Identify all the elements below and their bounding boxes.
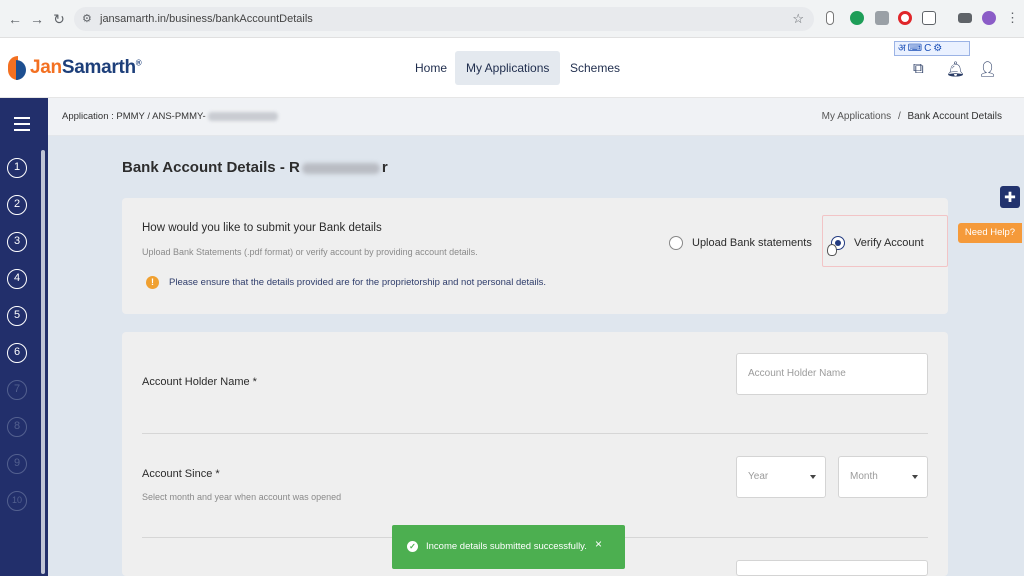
address-bar[interactable]: ⚙ jansamarth.in/business/bankAccountDeta… bbox=[74, 7, 814, 31]
step-sidebar: 1 2 3 4 5 6 7 8 9 10 bbox=[0, 98, 48, 576]
nav-schemes[interactable]: Schemes bbox=[559, 51, 631, 85]
next-field-input[interactable] bbox=[736, 560, 928, 576]
reload-icon[interactable]: ↻ bbox=[50, 10, 68, 28]
hamburger-menu-icon[interactable] bbox=[14, 117, 30, 135]
logo-trademark: ® bbox=[135, 58, 142, 68]
site-settings-icon[interactable]: ⚙ bbox=[82, 7, 92, 31]
media-icon[interactable] bbox=[958, 13, 972, 23]
extensions-puzzle-icon[interactable] bbox=[922, 11, 936, 25]
method-subtext: Upload Bank Statements (.pdf format) or … bbox=[142, 247, 478, 257]
bookmark-star-icon[interactable]: ☆ bbox=[792, 7, 804, 31]
step-3[interactable]: 3 bbox=[7, 232, 27, 252]
month-select[interactable]: Month bbox=[838, 456, 928, 498]
breadcrumb-my-applications[interactable]: My Applications bbox=[822, 111, 891, 122]
redacted-name bbox=[301, 162, 380, 174]
account-holder-label: Account Holder Name * bbox=[142, 376, 257, 388]
mouse-cursor bbox=[827, 244, 837, 256]
step-9: 9 bbox=[7, 454, 27, 474]
upload-radio-label: Upload Bank statements bbox=[692, 237, 812, 249]
need-help-button[interactable]: Need Help? bbox=[958, 223, 1022, 243]
year-select[interactable]: Year bbox=[736, 456, 826, 498]
form-divider bbox=[142, 433, 928, 434]
step-8: 8 bbox=[7, 417, 27, 437]
bell-icon[interactable]: 🔔︎ bbox=[946, 60, 965, 78]
extension-grey-icon[interactable] bbox=[875, 11, 889, 25]
language-input-widget[interactable]: अ⌨C⚙ bbox=[894, 41, 970, 56]
app-header: JanSamarth® Home My Applications Schemes… bbox=[0, 38, 1024, 98]
translate-icon[interactable]: ⧉ bbox=[913, 60, 924, 77]
breadcrumb-current: Bank Account Details bbox=[907, 111, 1003, 122]
step-10: 10 bbox=[7, 491, 27, 511]
step-1[interactable]: 1 bbox=[7, 158, 27, 178]
redacted-id bbox=[207, 111, 278, 121]
step-4[interactable]: 4 bbox=[7, 269, 27, 289]
assistant-plus-icon[interactable]: ✚ bbox=[1000, 186, 1020, 208]
mic-icon[interactable] bbox=[826, 11, 834, 25]
logo-text-samarth: Samarth bbox=[61, 57, 136, 78]
jansamarth-logo[interactable]: JanSamarth® bbox=[8, 55, 142, 81]
method-question: How would you like to submit your Bank d… bbox=[142, 222, 382, 234]
info-icon: ! bbox=[146, 276, 159, 289]
url-text: jansamarth.in/business/bankAccountDetail… bbox=[100, 13, 313, 25]
account-since-hint: Select month and year when account was o… bbox=[142, 492, 342, 502]
opera-icon[interactable] bbox=[898, 11, 912, 25]
step-6[interactable]: 6 bbox=[7, 343, 27, 363]
account-holder-input[interactable]: Account Holder Name bbox=[736, 353, 928, 395]
chevron-down-icon bbox=[912, 475, 918, 479]
upload-radio[interactable] bbox=[669, 236, 683, 250]
chevron-down-icon bbox=[810, 475, 816, 479]
logo-mark-icon bbox=[8, 56, 26, 80]
breadcrumb: My Applications / Bank Account Details bbox=[822, 111, 1002, 122]
proprietorship-notice: ! Please ensure that the details provide… bbox=[146, 276, 546, 289]
close-icon[interactable]: × bbox=[595, 537, 602, 551]
profile-avatar[interactable] bbox=[982, 11, 996, 25]
toast-message: Income details submitted successfully. bbox=[426, 541, 587, 552]
nav-home[interactable]: Home bbox=[404, 51, 458, 85]
step-2[interactable]: 2 bbox=[7, 195, 27, 215]
forward-icon[interactable]: → bbox=[28, 10, 46, 28]
extension-green-icon[interactable] bbox=[850, 11, 864, 25]
account-since-label: Account Since * bbox=[142, 468, 220, 480]
page-title: Bank Account Details - Rr bbox=[122, 159, 388, 176]
option-upload-statements[interactable]: Upload Bank statements bbox=[669, 236, 812, 250]
success-toast: ✓ Income details submitted successfully.… bbox=[392, 525, 625, 569]
step-5[interactable]: 5 bbox=[7, 306, 27, 326]
breadcrumb-bar: Application : PMMY / ANS-PMMY- My Applic… bbox=[48, 98, 1024, 136]
logo-text-jan: Jan bbox=[30, 57, 62, 78]
application-id: Application : PMMY / ANS-PMMY- bbox=[62, 111, 278, 122]
user-icon[interactable]: 👤︎ bbox=[978, 60, 997, 78]
browser-toolbar: ← → ↻ ⚙ jansamarth.in/business/bankAccou… bbox=[0, 0, 1024, 38]
more-menu-icon[interactable]: ⋮ bbox=[1006, 11, 1020, 25]
sidebar-scrollbar[interactable] bbox=[41, 150, 45, 574]
month-select-value: Month bbox=[850, 471, 878, 482]
year-select-value: Year bbox=[748, 471, 769, 482]
verify-radio-label: Verify Account bbox=[854, 237, 924, 249]
bank-details-method-card: How would you like to submit your Bank d… bbox=[122, 198, 948, 314]
check-circle-icon: ✓ bbox=[407, 541, 418, 552]
step-7: 7 bbox=[7, 380, 27, 400]
nav-my-applications[interactable]: My Applications bbox=[455, 51, 561, 85]
breadcrumb-separator: / bbox=[897, 111, 901, 122]
back-icon[interactable]: ← bbox=[6, 10, 24, 28]
notice-text: Please ensure that the details provided … bbox=[169, 277, 547, 288]
option-verify-account[interactable]: Verify Account bbox=[831, 236, 924, 250]
